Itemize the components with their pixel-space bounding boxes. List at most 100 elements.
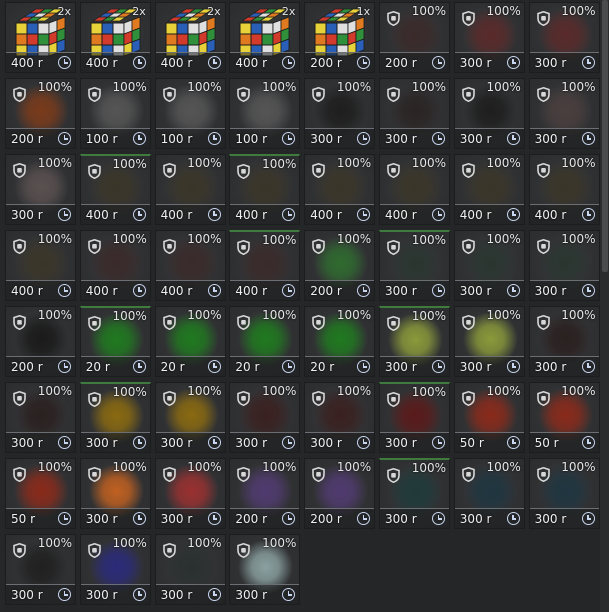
inventory-slot[interactable]: 100% 300 r bbox=[379, 382, 450, 453]
clock-icon bbox=[282, 284, 296, 297]
inventory-slot[interactable]: 100% 300 r bbox=[154, 382, 226, 453]
condition-percent: 100% bbox=[37, 232, 72, 246]
inventory-slot[interactable]: 100% 100 r bbox=[229, 78, 301, 149]
inventory-slot[interactable]: 2x 400 r bbox=[229, 2, 301, 73]
inventory-slot[interactable]: 2x 400 r bbox=[154, 2, 226, 73]
inventory-slot[interactable]: 100% 400 r bbox=[453, 154, 525, 225]
clock-icon bbox=[282, 56, 296, 69]
inventory-slot[interactable]: 100% 400 r bbox=[528, 154, 600, 225]
inventory-slot[interactable]: 100% 20 r bbox=[154, 306, 226, 377]
inventory-slot[interactable]: 100% 200 r bbox=[5, 78, 76, 149]
price-label: 400 r bbox=[160, 56, 193, 70]
inventory-slot[interactable]: 100% 400 r bbox=[229, 230, 301, 301]
inventory-slot[interactable]: 100% 300 r bbox=[79, 534, 151, 605]
inventory-slot[interactable]: 100% 100 r bbox=[154, 78, 226, 149]
inventory-slot[interactable]: 100% 400 r bbox=[154, 154, 226, 225]
price-label: 20 r bbox=[160, 360, 185, 374]
condition-percent: 100% bbox=[561, 460, 596, 474]
scrollbar-thumb[interactable] bbox=[602, 0, 608, 272]
condition-percent: 100% bbox=[37, 384, 72, 398]
inventory-slot[interactable]: 100% 300 r bbox=[79, 458, 151, 529]
inventory-slot[interactable]: 100% 300 r bbox=[229, 382, 301, 453]
inventory-slot[interactable]: 100% 400 r bbox=[154, 230, 226, 301]
clock-icon bbox=[132, 436, 146, 449]
price-label: 400 r bbox=[160, 208, 193, 222]
price-label: 300 r bbox=[235, 436, 268, 450]
clock-icon bbox=[357, 436, 371, 449]
inventory-slot[interactable]: 100% 200 r bbox=[5, 306, 76, 377]
price-label: 400 r bbox=[235, 56, 268, 70]
inventory-slot[interactable]: 100% 200 r bbox=[229, 458, 301, 529]
stack-count: 2x bbox=[281, 5, 296, 18]
price-label: 20 r bbox=[235, 360, 260, 374]
condition-percent: 100% bbox=[112, 309, 147, 323]
inventory-slot[interactable]: 100% 20 r bbox=[304, 306, 376, 377]
inventory-slot[interactable]: 100% 400 r bbox=[229, 154, 301, 225]
inventory-slot[interactable]: 100% 200 r bbox=[379, 2, 450, 73]
inventory-slot[interactable]: 100% 300 r bbox=[528, 78, 600, 149]
inventory-slot[interactable]: 100% 200 r bbox=[304, 458, 376, 529]
clock-icon bbox=[282, 512, 296, 525]
clock-icon bbox=[58, 360, 71, 373]
inventory-slot[interactable]: 100% 300 r bbox=[154, 458, 226, 529]
inventory-slot[interactable]: 2x 400 r bbox=[79, 2, 151, 73]
inventory-slot[interactable]: 100% 300 r bbox=[379, 306, 450, 377]
inventory-slot[interactable]: 100% 300 r bbox=[528, 458, 600, 529]
condition-percent: 100% bbox=[561, 232, 596, 246]
inventory-slot[interactable]: 100% 20 r bbox=[79, 306, 151, 377]
clock-icon bbox=[132, 284, 146, 297]
inventory-slot[interactable]: 100% 50 r bbox=[453, 382, 525, 453]
inventory-slot[interactable]: 100% 300 r bbox=[229, 534, 301, 605]
inventory-slot[interactable]: 100% 300 r bbox=[453, 2, 525, 73]
inventory-slot[interactable]: 100% 300 r bbox=[453, 78, 525, 149]
inventory-slot[interactable]: 100% 400 r bbox=[379, 154, 450, 225]
inventory-slot[interactable]: 100% 200 r bbox=[304, 230, 376, 301]
inventory-slot[interactable]: 100% 20 r bbox=[229, 306, 301, 377]
inventory-slot[interactable]: 100% 50 r bbox=[5, 458, 76, 529]
inventory-slot[interactable]: 100% 300 r bbox=[379, 78, 450, 149]
shield-icon bbox=[387, 468, 400, 483]
clock-icon bbox=[282, 588, 296, 601]
inventory-slot[interactable]: 100% 300 r bbox=[379, 458, 450, 529]
price-label: 300 r bbox=[11, 208, 43, 222]
condition-percent: 100% bbox=[336, 232, 372, 246]
scrollbar[interactable] bbox=[600, 0, 609, 612]
inventory-slot[interactable]: 100% 300 r bbox=[5, 382, 76, 453]
inventory-slot[interactable]: 2x 400 r bbox=[5, 2, 76, 73]
inventory-slot[interactable]: 100% 300 r bbox=[304, 382, 376, 453]
shield-icon bbox=[387, 392, 400, 407]
inventory-slot[interactable]: 1x 200 r bbox=[304, 2, 376, 73]
inventory-slot[interactable]: 100% 300 r bbox=[379, 230, 450, 301]
inventory-slot[interactable]: 100% 300 r bbox=[453, 306, 525, 377]
clock-icon bbox=[432, 284, 445, 297]
inventory-slot[interactable]: 100% 300 r bbox=[154, 534, 226, 605]
shield-icon bbox=[162, 163, 176, 178]
price-label: 300 r bbox=[385, 284, 417, 298]
inventory-slot[interactable]: 100% 400 r bbox=[79, 154, 151, 225]
inventory-slot[interactable]: 100% 300 r bbox=[5, 534, 76, 605]
inventory-slot[interactable]: 100% 300 r bbox=[528, 306, 600, 377]
condition-percent: 100% bbox=[486, 460, 521, 474]
inventory-slot[interactable]: 100% 300 r bbox=[528, 2, 600, 73]
shield-icon bbox=[13, 391, 26, 406]
condition-percent: 100% bbox=[561, 80, 596, 94]
inventory-slot[interactable]: 100% 400 r bbox=[5, 230, 76, 301]
condition-percent: 100% bbox=[561, 156, 596, 170]
price-label: 20 r bbox=[85, 360, 110, 374]
inventory-slot[interactable]: 100% 300 r bbox=[453, 458, 525, 529]
inventory-slot[interactable]: 100% 50 r bbox=[528, 382, 600, 453]
condition-percent: 100% bbox=[112, 536, 147, 550]
inventory-slot[interactable]: 100% 300 r bbox=[5, 154, 76, 225]
shield-icon bbox=[87, 239, 101, 254]
inventory-slot[interactable]: 100% 400 r bbox=[304, 154, 376, 225]
inventory-slot[interactable]: 100% 300 r bbox=[528, 230, 600, 301]
inventory-slot[interactable]: 100% 300 r bbox=[453, 230, 525, 301]
inventory-slot[interactable]: 100% 400 r bbox=[79, 230, 151, 301]
inventory-slot[interactable]: 100% 300 r bbox=[79, 382, 151, 453]
inventory-slot[interactable]: 100% 100 r bbox=[79, 78, 151, 149]
clock-icon bbox=[432, 436, 445, 449]
condition-percent: 100% bbox=[112, 232, 147, 246]
price-label: 400 r bbox=[160, 284, 193, 298]
inventory-slot[interactable]: 100% 300 r bbox=[304, 78, 376, 149]
shield-icon bbox=[237, 467, 251, 482]
